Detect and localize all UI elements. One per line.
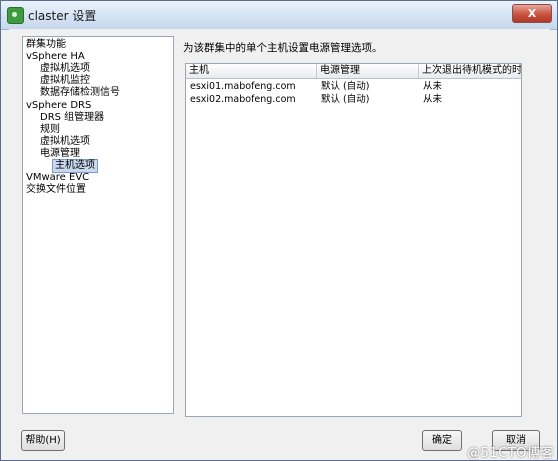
settings-dialog: claster 设置 X 群集功能 vSphere HA 虚拟机选项 虚拟机监控… [0, 0, 558, 461]
cell-host: esxi02.mabofeng.com [190, 94, 296, 105]
cell-host: esxi01.mabofeng.com [190, 81, 296, 92]
cell-power-management: 默认 (自动) [321, 94, 370, 105]
window-title: claster 设置 [28, 9, 97, 23]
cell-last-exit-standby: 从未 [423, 94, 443, 105]
help-button[interactable]: 帮助(H) [21, 430, 65, 451]
title-bar: claster 设置 X [1, 1, 557, 30]
nav-item-rules[interactable]: 规则 [40, 124, 60, 136]
nav-item-vsphere-ha[interactable]: vSphere HA [26, 51, 85, 63]
table-header: 主机 电源管理 上次退出待机模式的时间 [186, 64, 521, 79]
nav-item-vmware-evc[interactable]: VMware EVC [26, 172, 89, 184]
nav-item-drs-groups[interactable]: DRS 组管理器 [40, 112, 104, 124]
close-icon: X [527, 7, 537, 20]
nav-item-drs-vm-options[interactable]: 虚拟机选项 [40, 136, 90, 148]
nav-item-vsphere-drs[interactable]: vSphere DRS [26, 100, 91, 112]
settings-nav-tree: 群集功能 vSphere HA 虚拟机选项 虚拟机监控 数据存储检测信号 vSp… [22, 36, 174, 414]
ok-button[interactable]: 确定 [422, 430, 462, 451]
page-heading: 为该群集中的单个主机设置电源管理选项。 [183, 42, 383, 54]
nav-item-vm-monitoring[interactable]: 虚拟机监控 [40, 75, 90, 87]
nav-item-host-options[interactable]: 主机选项 [52, 159, 98, 173]
nav-item-ha-vm-options[interactable]: 虚拟机选项 [40, 63, 90, 75]
column-header-host[interactable]: 主机 [186, 64, 317, 78]
column-header-power-management[interactable]: 电源管理 [317, 64, 419, 78]
cell-power-management: 默认 (自动) [321, 81, 370, 92]
watermark-text: @51CTO博客 [467, 446, 554, 461]
nav-item-datastore-heartbeat[interactable]: 数据存储检测信号 [40, 87, 120, 99]
nav-item-swapfile-location[interactable]: 交换文件位置 [26, 184, 86, 196]
vsphere-app-icon [7, 7, 24, 24]
cell-last-exit-standby: 从未 [423, 81, 443, 92]
nav-item-cluster-features[interactable]: 群集功能 [26, 39, 66, 51]
host-options-table: 主机 电源管理 上次退出待机模式的时间 esxi01.mabofeng.com … [185, 63, 522, 417]
close-button[interactable]: X [512, 4, 552, 23]
column-header-last-exit-standby[interactable]: 上次退出待机模式的时间 [419, 64, 521, 78]
dialog-content: 群集功能 vSphere HA 虚拟机选项 虚拟机监控 数据存储检测信号 vSp… [9, 29, 550, 424]
